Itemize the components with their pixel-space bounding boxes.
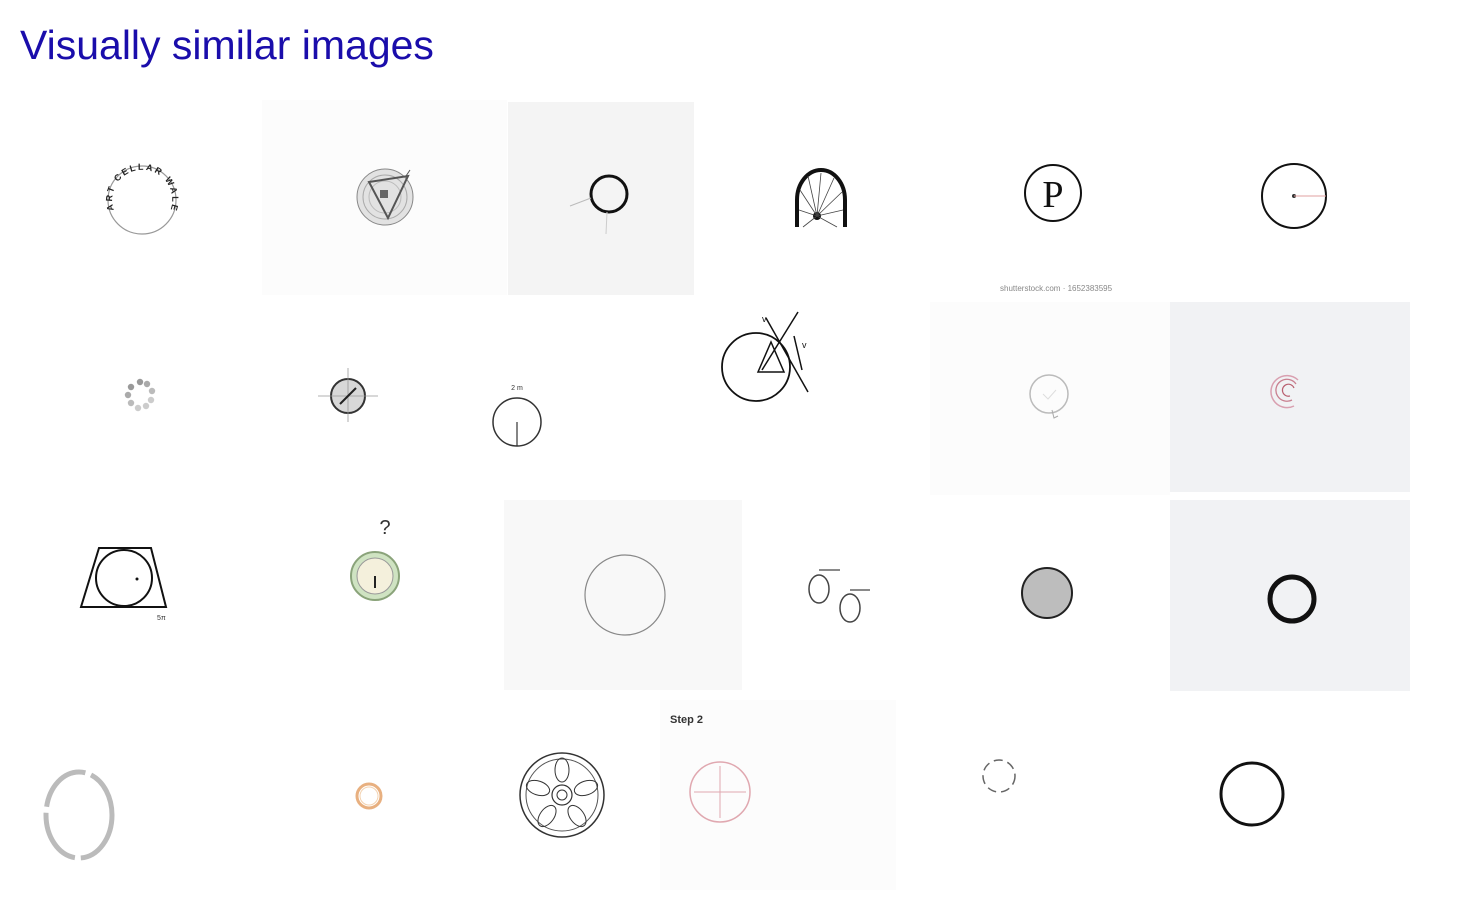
black-circle-outline-icon <box>1219 761 1285 827</box>
svg-text:v: v <box>762 314 767 324</box>
svg-text:P: P <box>1042 174 1063 216</box>
image-thumbnail[interactable] <box>508 102 694 295</box>
image-thumbnail[interactable] <box>900 700 1130 890</box>
alloy-wheel-icon <box>519 752 605 838</box>
svg-text:v: v <box>802 340 807 350</box>
svg-text:5π: 5π <box>157 615 166 622</box>
svg-text:2 m: 2 m <box>511 385 523 392</box>
image-thumbnail[interactable] <box>936 500 1170 690</box>
circle-diagram-icon: 2 m <box>492 385 542 447</box>
image-thumbnail[interactable] <box>1170 700 1410 890</box>
image-thumbnail[interactable] <box>744 500 934 690</box>
image-thumbnail[interactable]: ? <box>262 500 502 690</box>
small-orange-ring-icon <box>355 782 383 810</box>
clock-question-icon: ? <box>350 517 400 601</box>
dashed-circle-icon <box>982 759 1016 793</box>
circle-radius-icon <box>1261 163 1327 229</box>
image-thumbnail[interactable]: P shutterstock.com · 1652383595 <box>936 100 1170 295</box>
circle-crosshair-step-icon <box>689 761 751 823</box>
svg-text:?: ? <box>379 517 390 539</box>
image-thumbnail[interactable] <box>20 300 260 495</box>
image-thumbnail[interactable] <box>1170 100 1410 295</box>
circle-outline-icon <box>569 174 629 235</box>
earrings-icon <box>808 569 870 623</box>
triangle-in-circle-icon <box>356 168 414 226</box>
image-thumbnail[interactable] <box>1170 500 1410 691</box>
loading-dots-ring-icon <box>124 378 156 412</box>
image-thumbnail[interactable]: 2 m <box>466 300 706 495</box>
thick-black-ring-icon <box>1267 574 1317 624</box>
image-thumbnail[interactable]: Step 2 <box>660 700 896 890</box>
image-thumbnail[interactable]: v v <box>696 300 936 495</box>
image-thumbnail[interactable]: ART CELLAR WALE <box>20 100 260 295</box>
image-thumbnail[interactable] <box>504 500 742 690</box>
gray-oval-ring-icon <box>43 769 115 861</box>
circular-text-logo-icon: ART CELLAR WALE <box>104 162 180 235</box>
image-thumbnail[interactable] <box>20 700 260 890</box>
large-circle-outline-icon <box>584 554 666 636</box>
letter-p-circle-logo-icon: P <box>1024 164 1082 222</box>
circle-inscribed-trapezoid-icon: 5π <box>79 547 168 622</box>
hand-drawn-circle-icon <box>1029 374 1069 419</box>
image-thumbnail[interactable]: 5π <box>20 500 260 690</box>
image-thumbnail[interactable] <box>1170 302 1410 492</box>
watermark-caption: shutterstock.com · 1652383595 <box>1000 284 1113 293</box>
geometry-circle-vectors-icon: v v <box>721 311 809 402</box>
image-thumbnail[interactable] <box>930 302 1170 495</box>
image-thumbnail[interactable] <box>262 700 502 890</box>
image-thumbnail[interactable] <box>696 100 936 295</box>
gray-filled-circle-icon <box>1021 567 1073 619</box>
section-title: Visually similar images <box>20 22 434 68</box>
image-thumbnail[interactable] <box>262 100 507 295</box>
pink-spiral-icon <box>1270 374 1299 409</box>
image-thumbnail[interactable] <box>504 700 654 890</box>
svg-text:ART CELLAR WALE: ART CELLAR WALE <box>104 162 180 214</box>
bicycle-wheel-icon <box>795 168 847 228</box>
